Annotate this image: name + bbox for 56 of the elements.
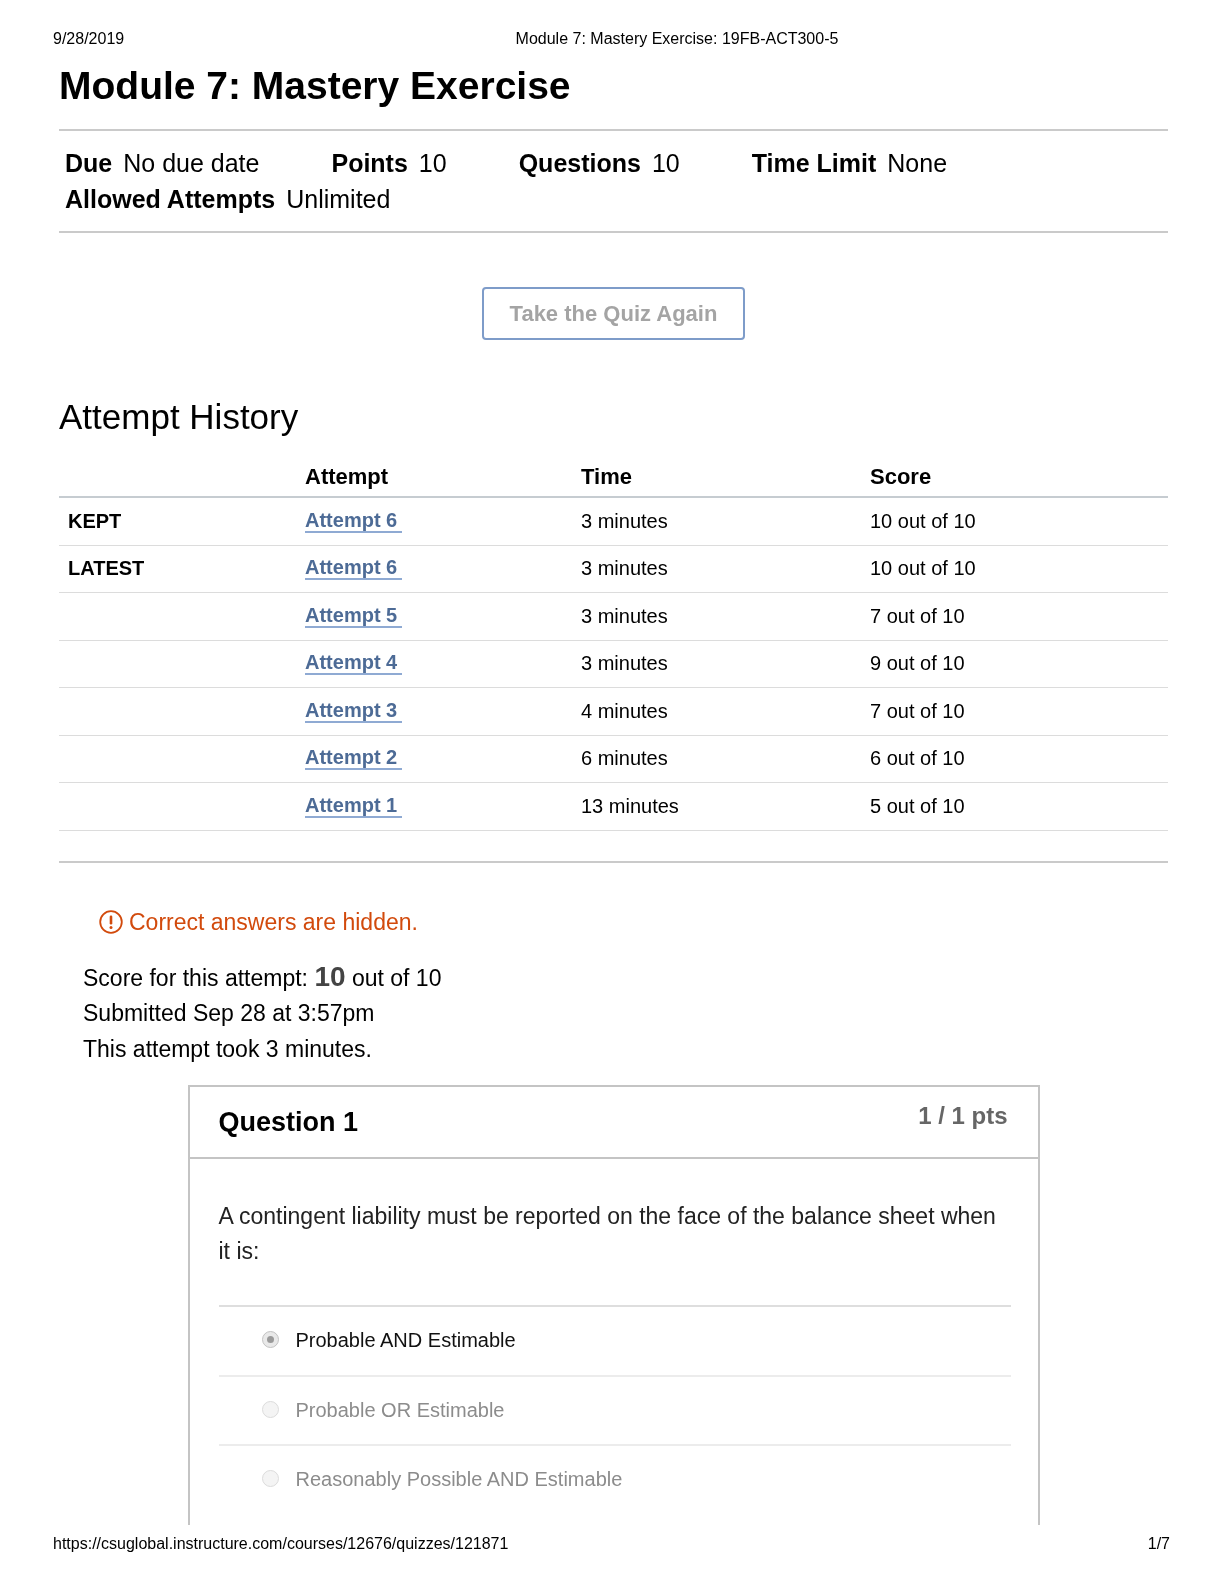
detail-label: Time Limit	[751, 148, 877, 179]
detail-label: Points	[331, 148, 408, 179]
detail-value: None	[887, 148, 948, 179]
column-header: Score	[870, 464, 932, 490]
page-title: Module 7: Mastery Exercise	[59, 63, 571, 109]
score-text: Score for this attempt: 10 out of 10	[83, 959, 442, 994]
table-cell: 3 minutes	[581, 557, 668, 581]
attempt-link[interactable]: Attempt 6	[305, 509, 403, 533]
detail-value: 10	[418, 148, 447, 179]
detail-label: Due	[65, 148, 113, 179]
table-cell: 3 minutes	[581, 604, 668, 628]
table-cell: 3 minutes	[581, 509, 668, 533]
attempt-link[interactable]: Attempt 6	[305, 557, 403, 581]
question-text: A contingent liability must be reported on the face of the balance sheet when it is:	[218, 1202, 997, 1266]
attempt-link[interactable]: Attempt 2	[305, 747, 403, 771]
attempt-tag: LATEST	[68, 557, 145, 581]
detail-value: Unlimited	[286, 184, 391, 215]
answer-text: Reasonably Possible AND Estimable	[295, 1468, 623, 1492]
table-cell: 10 out of 10	[870, 509, 976, 533]
table-cell: 5 out of 10	[870, 794, 965, 818]
column-header: Attempt	[305, 464, 389, 490]
attempt-link[interactable]: Attempt 5	[305, 604, 403, 628]
attempt-link[interactable]: Attempt 4	[305, 652, 403, 676]
table-cell: 7 out of 10	[870, 699, 965, 723]
detail-label: Allowed Attempts	[65, 184, 276, 215]
attempt-link[interactable]: Attempt 1	[305, 794, 403, 818]
column-header: Time	[581, 464, 632, 490]
table-cell: 6 minutes	[581, 747, 668, 771]
duration-text: This attempt took 3 minutes.	[83, 1034, 372, 1064]
exclamation-circle-icon	[99, 909, 123, 934]
section-heading: Attempt History	[59, 396, 299, 438]
print-date: 9/28/2019	[53, 30, 125, 47]
radio-button[interactable]	[261, 1400, 279, 1418]
table-cell: 9 out of 10	[870, 652, 965, 676]
table-cell: 13 minutes	[581, 794, 679, 818]
notice-text: Correct answers are hidden.	[129, 907, 418, 937]
question-points: 1 / 1 pts	[918, 1102, 1008, 1130]
detail-value: 10	[651, 148, 680, 179]
page-url: https://csuglobal.instructure.com/courses/12676/quizzes/121871	[53, 1534, 509, 1553]
table-cell: 4 minutes	[581, 699, 668, 723]
table-cell: 7 out of 10	[870, 604, 965, 628]
detail-value: No due date	[123, 148, 260, 179]
attempt-tag: KEPT	[68, 509, 122, 533]
answer-text: Probable OR Estimable	[295, 1398, 505, 1422]
question-title: Question 1	[218, 1106, 359, 1138]
table-cell: 6 out of 10	[870, 747, 965, 771]
detail-label: Questions	[518, 148, 641, 179]
print-page-title: Module 7: Mastery Exercise: 19FB-ACT300-5	[515, 30, 839, 47]
attempt-link[interactable]: Attempt 3	[305, 699, 403, 723]
submitted-text: Submitted Sep 28 at 3:57pm	[83, 999, 375, 1028]
radio-button[interactable]	[261, 1331, 279, 1349]
table-cell: 10 out of 10	[870, 557, 976, 581]
page-number: 1/7	[1147, 1534, 1170, 1553]
answer-text: Probable AND Estimable	[295, 1329, 516, 1353]
table-cell: 3 minutes	[581, 652, 668, 676]
radio-button[interactable]	[261, 1470, 279, 1488]
